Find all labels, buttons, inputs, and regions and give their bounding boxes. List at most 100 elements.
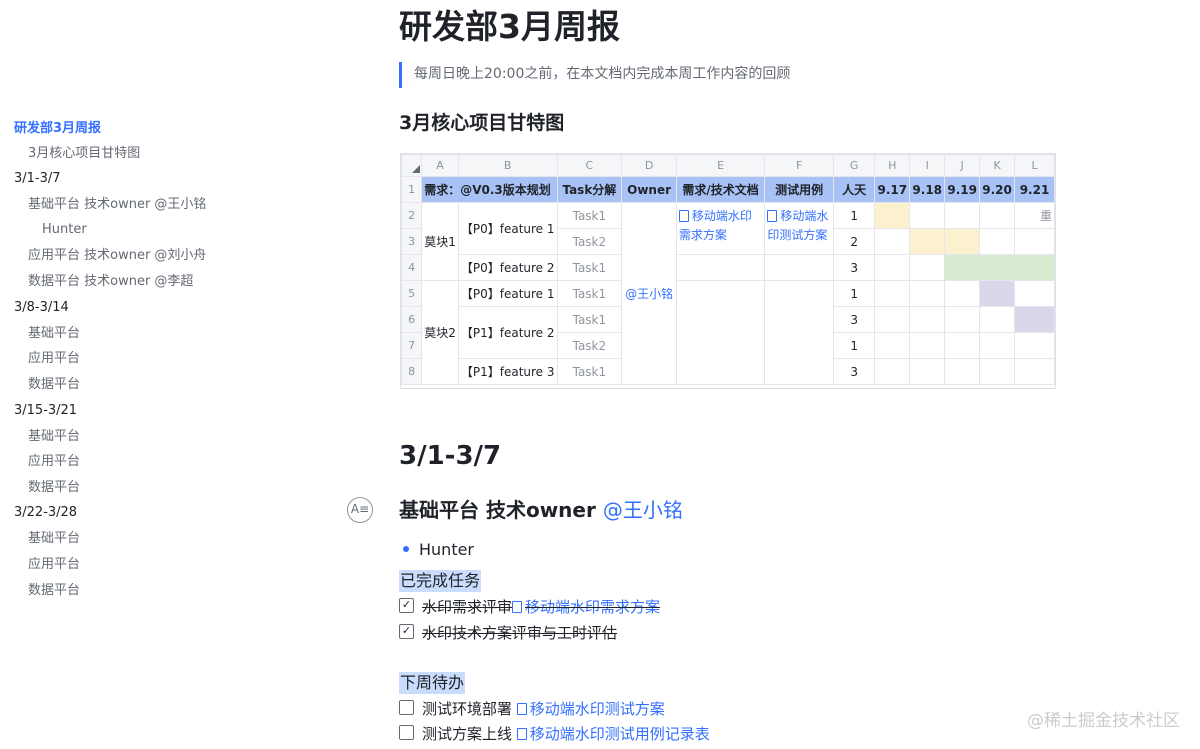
outline-item-week1[interactable]: 3/1-3/7 xyxy=(14,170,61,188)
test-doc-cell[interactable]: 移动端水印测试方案 xyxy=(764,202,834,255)
owner-mention[interactable]: @王小铭 xyxy=(625,287,673,301)
row-header[interactable]: 8 xyxy=(401,358,423,385)
gantt-cell[interactable] xyxy=(979,228,1016,255)
next-label[interactable]: 下周待办 xyxy=(399,672,466,694)
gantt-cell[interactable] xyxy=(944,332,981,359)
gantt-cell[interactable] xyxy=(909,280,946,307)
header-cell-owner[interactable]: Owner xyxy=(621,176,677,203)
gantt-cell[interactable] xyxy=(944,358,981,385)
outline-item-week4[interactable]: 3/22-3/28 xyxy=(14,504,77,522)
outline-item-week1-data[interactable]: 数据平台 技术owner @李超 xyxy=(28,273,193,291)
gantt-cell[interactable] xyxy=(979,358,1016,385)
outline-item-week3-data[interactable]: 数据平台 xyxy=(28,479,80,497)
doc-link[interactable]: 移动端水印测试方案 xyxy=(516,700,665,718)
days-cell[interactable]: 2 xyxy=(832,228,876,255)
gantt-heading[interactable]: 3月核心项目甘特图 xyxy=(399,110,564,136)
outline-item-week1-app[interactable]: 应用平台 技术owner @刘小舟 xyxy=(28,247,206,265)
doc-cell[interactable] xyxy=(675,254,766,281)
outline-item-week3[interactable]: 3/15-3/21 xyxy=(14,402,77,420)
days-cell[interactable]: 1 xyxy=(832,332,876,359)
test-cell[interactable] xyxy=(764,254,834,281)
outline-item-week3-app[interactable]: 应用平台 xyxy=(28,453,80,471)
doc-cell[interactable] xyxy=(675,280,766,385)
column-header[interactable]: D xyxy=(621,154,677,177)
gantt-cell[interactable] xyxy=(1014,358,1055,385)
feature-cell[interactable]: 【P0】feature 2 xyxy=(457,254,558,281)
outline-item-week4-app[interactable]: 应用平台 xyxy=(28,556,80,574)
gantt-bar-cell[interactable] xyxy=(1014,254,1055,281)
gantt-cell[interactable] xyxy=(874,358,911,385)
quote-block[interactable]: 每周日晚上20:00之前，在本文档内完成本周工作内容的回顾 xyxy=(399,62,790,88)
gantt-bar-cell[interactable] xyxy=(944,254,981,281)
done-label[interactable]: 已完成任务 xyxy=(399,570,482,592)
gantt-sheet[interactable]: A B C D E F G H I J K L 1 需求：@V0.3版本规划 T… xyxy=(400,153,1056,389)
header-cell-doc[interactable]: 需求/技术文档 xyxy=(675,176,766,203)
header-cell-date[interactable]: 9.19 xyxy=(944,176,981,203)
module-cell[interactable]: 莫块2 xyxy=(421,280,459,385)
row-header[interactable]: 4 xyxy=(401,254,423,281)
row-header[interactable]: 2 xyxy=(401,202,423,229)
checkbox-checked[interactable]: ✓ xyxy=(399,598,414,613)
gantt-cell[interactable] xyxy=(1014,332,1055,359)
header-cell-task[interactable]: Task分解 xyxy=(556,176,623,203)
days-cell[interactable]: 1 xyxy=(832,280,876,307)
gantt-cell[interactable] xyxy=(979,332,1016,359)
column-header[interactable]: E xyxy=(675,154,766,177)
checkbox-checked[interactable]: ✓ xyxy=(399,624,414,639)
gantt-cell[interactable] xyxy=(909,306,946,333)
task-cell[interactable]: Task1 xyxy=(556,358,623,385)
gantt-cell[interactable] xyxy=(874,332,911,359)
header-cell-test[interactable]: 测试用例 xyxy=(764,176,834,203)
gantt-cell[interactable] xyxy=(874,254,911,281)
gantt-cell[interactable] xyxy=(1014,228,1055,255)
gantt-cell[interactable] xyxy=(874,228,911,255)
req-doc-link[interactable]: 移动端水印需求方案 xyxy=(678,209,752,242)
column-header[interactable]: L xyxy=(1014,154,1055,177)
outline-item-week2[interactable]: 3/8-3/14 xyxy=(14,299,69,317)
task-cell[interactable]: Task2 xyxy=(556,228,623,255)
outline-item-week1-base[interactable]: 基础平台 技术owner @王小铭 xyxy=(28,196,206,214)
gantt-bar-cell[interactable] xyxy=(1014,306,1055,333)
todo-item-done[interactable]: ✓ 水印技术方案评审与工时评估 xyxy=(399,622,617,644)
gantt-bar-cell[interactable] xyxy=(979,280,1016,307)
gantt-cell[interactable] xyxy=(979,306,1016,333)
checkbox-unchecked[interactable] xyxy=(399,725,414,740)
row-header[interactable]: 7 xyxy=(401,332,423,359)
days-cell[interactable]: 3 xyxy=(832,358,876,385)
gantt-bar-cell[interactable] xyxy=(909,228,946,255)
week-heading[interactable]: 3/1-3/7 xyxy=(399,438,501,474)
outline-item-title[interactable]: 研发部3月周报 xyxy=(14,120,101,138)
outline-item-week4-data[interactable]: 数据平台 xyxy=(28,582,80,600)
task-cell[interactable]: Task1 xyxy=(556,254,623,281)
outline-item-week1-hunter[interactable]: Hunter xyxy=(42,221,87,239)
outline-item-week3-base[interactable]: 基础平台 xyxy=(28,428,80,446)
task-cell[interactable]: Task2 xyxy=(556,332,623,359)
gantt-cell[interactable] xyxy=(909,332,946,359)
page-title[interactable]: 研发部3月周报 xyxy=(399,4,620,50)
gantt-cell[interactable] xyxy=(909,202,946,229)
days-cell[interactable]: 1 xyxy=(832,202,876,229)
owner-cell[interactable]: @王小铭 xyxy=(621,202,677,385)
outline-item-week2-data[interactable]: 数据平台 xyxy=(28,376,80,394)
gantt-cell-overflow[interactable]: 重 xyxy=(1014,202,1055,229)
row-header[interactable]: 1 xyxy=(401,176,423,203)
req-doc-cell[interactable]: 移动端水印需求方案 xyxy=(675,202,766,255)
row-header[interactable]: 3 xyxy=(401,228,423,255)
todo-item-done[interactable]: ✓ 水印需求评审 移动端水印需求方案 xyxy=(399,596,660,618)
gantt-bar-cell[interactable] xyxy=(944,228,981,255)
outline-item-week2-base[interactable]: 基础平台 xyxy=(28,325,80,343)
feature-cell[interactable]: 【P1】feature 2 xyxy=(457,306,558,359)
column-header[interactable]: J xyxy=(944,154,981,177)
gantt-cell[interactable] xyxy=(874,306,911,333)
gantt-cell[interactable] xyxy=(909,358,946,385)
doc-link[interactable]: 移动端水印需求方案 xyxy=(512,598,660,616)
test-doc-link[interactable]: 移动端水印测试方案 xyxy=(767,209,828,242)
sheet-corner[interactable] xyxy=(401,154,423,177)
column-header[interactable]: B xyxy=(457,154,558,177)
column-header[interactable]: I xyxy=(909,154,946,177)
gantt-cell[interactable] xyxy=(944,202,981,229)
team-heading[interactable]: 基础平台 技术owner @王小铭 xyxy=(399,496,683,524)
todo-item[interactable]: 测试方案上线 移动端水印测试用例记录表 xyxy=(399,723,710,745)
column-header[interactable]: K xyxy=(979,154,1016,177)
test-cell[interactable] xyxy=(764,280,834,385)
